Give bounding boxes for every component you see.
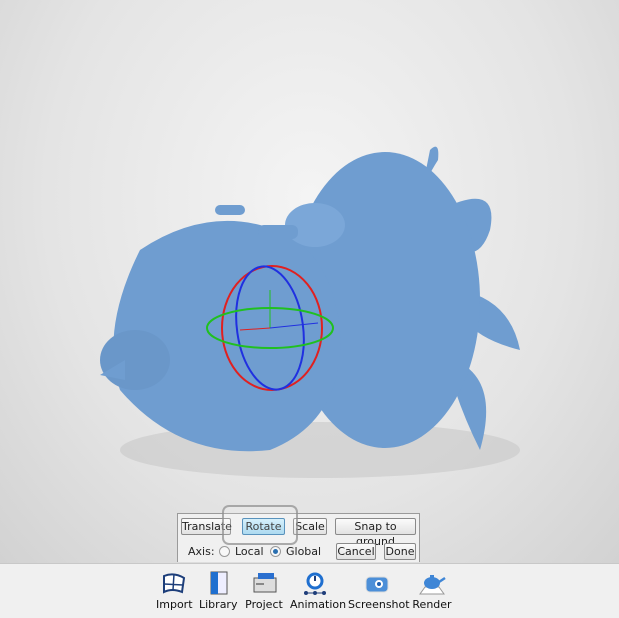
local-label[interactable]: Local <box>235 545 264 558</box>
library-label: Library <box>199 598 238 611</box>
animation-label: Animation <box>290 598 347 611</box>
active-mode-highlight <box>222 505 298 545</box>
import-icon <box>163 573 186 594</box>
import-button[interactable]: Import <box>156 570 193 611</box>
project-button[interactable]: Project <box>244 570 284 611</box>
render-button[interactable]: Render <box>412 570 452 611</box>
animation-icon <box>304 572 326 595</box>
local-radio[interactable] <box>219 546 230 557</box>
cancel-button[interactable]: Cancel <box>336 543 376 560</box>
library-button[interactable]: Library <box>199 570 237 611</box>
scene <box>100 146 520 478</box>
bottom-toolbar: Import Library Project Animation Screens… <box>0 563 619 618</box>
screenshot-icon <box>365 576 389 593</box>
global-radio[interactable] <box>270 546 281 557</box>
axis-label: Axis: <box>188 545 215 558</box>
snap-to-ground-button[interactable]: Snap to ground <box>335 518 416 548</box>
project-label: Project <box>245 598 283 611</box>
library-icon <box>210 571 228 595</box>
fish-model[interactable] <box>100 146 520 452</box>
3d-viewport[interactable] <box>0 0 619 563</box>
screenshot-button[interactable]: Screenshot <box>348 570 410 611</box>
render-icon <box>419 575 446 595</box>
project-icon <box>253 573 277 593</box>
screenshot-label: Screenshot <box>348 598 410 611</box>
done-button[interactable]: Done <box>384 543 416 560</box>
global-label[interactable]: Global <box>286 545 321 558</box>
import-label: Import <box>156 598 193 611</box>
render-label: Render <box>412 598 452 611</box>
animation-button[interactable]: Animation <box>290 570 346 611</box>
scale-button[interactable]: Scale <box>293 518 327 535</box>
